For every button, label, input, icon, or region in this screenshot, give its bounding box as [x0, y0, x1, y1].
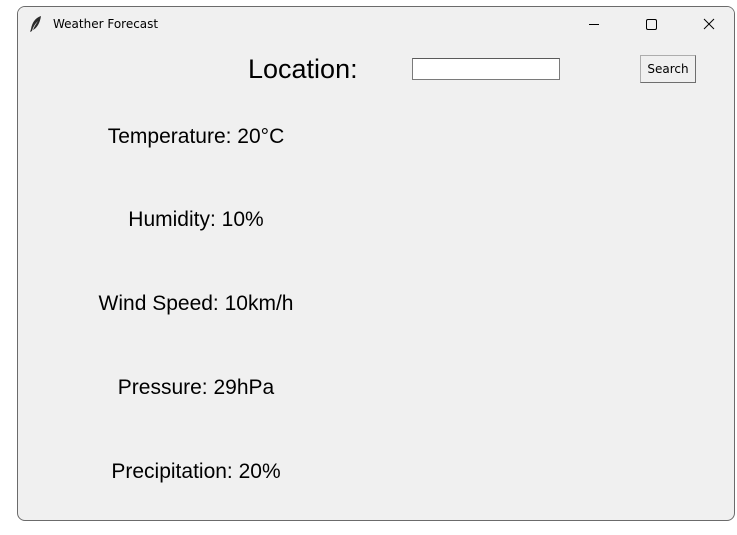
- precipitation-label: Precipitation: 20%: [111, 460, 281, 483]
- app-window: Weather Forecast Location: Search Temper…: [17, 6, 735, 521]
- humidity-label: Humidity: 10%: [128, 208, 264, 231]
- wind-speed-label: Wind Speed: 10km/h: [98, 292, 294, 315]
- temperature-label: Temperature: 20°C: [107, 125, 285, 148]
- close-button[interactable]: [686, 7, 732, 41]
- pressure-label: Pressure: 29hPa: [117, 376, 275, 399]
- window-title: Weather Forecast: [53, 17, 159, 31]
- search-button[interactable]: Search: [640, 55, 696, 83]
- minimize-icon: [589, 24, 599, 25]
- maximize-icon: [646, 19, 657, 30]
- title-bar[interactable]: Weather Forecast: [18, 7, 734, 41]
- location-input[interactable]: [412, 58, 560, 80]
- maximize-button[interactable]: [628, 7, 674, 41]
- close-icon: [703, 18, 715, 30]
- minimize-button[interactable]: [571, 7, 617, 41]
- location-label: Location:: [248, 54, 358, 84]
- feather-icon: [29, 15, 43, 33]
